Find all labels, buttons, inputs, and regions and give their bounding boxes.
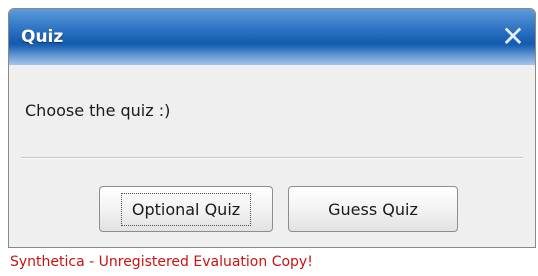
guess-quiz-button[interactable]: Guess Quiz <box>288 186 458 232</box>
evaluation-notice: Synthetica - Unregistered Evaluation Cop… <box>10 254 313 270</box>
dialog-message: Choose the quiz :) <box>25 101 171 120</box>
quiz-dialog: Quiz ✕ Choose the quiz :) Optional Quiz … <box>8 8 536 248</box>
title-bar[interactable]: Quiz ✕ <box>9 9 535 67</box>
optional-quiz-label: Optional Quiz <box>120 192 252 226</box>
optional-quiz-button[interactable]: Optional Quiz <box>99 186 273 232</box>
dialog-content: Choose the quiz :) Optional Quiz Guess Q… <box>9 65 535 247</box>
separator <box>21 157 523 159</box>
close-icon[interactable]: ✕ <box>497 23 529 51</box>
dialog-title: Quiz <box>21 27 64 47</box>
guess-quiz-label: Guess Quiz <box>328 199 418 219</box>
